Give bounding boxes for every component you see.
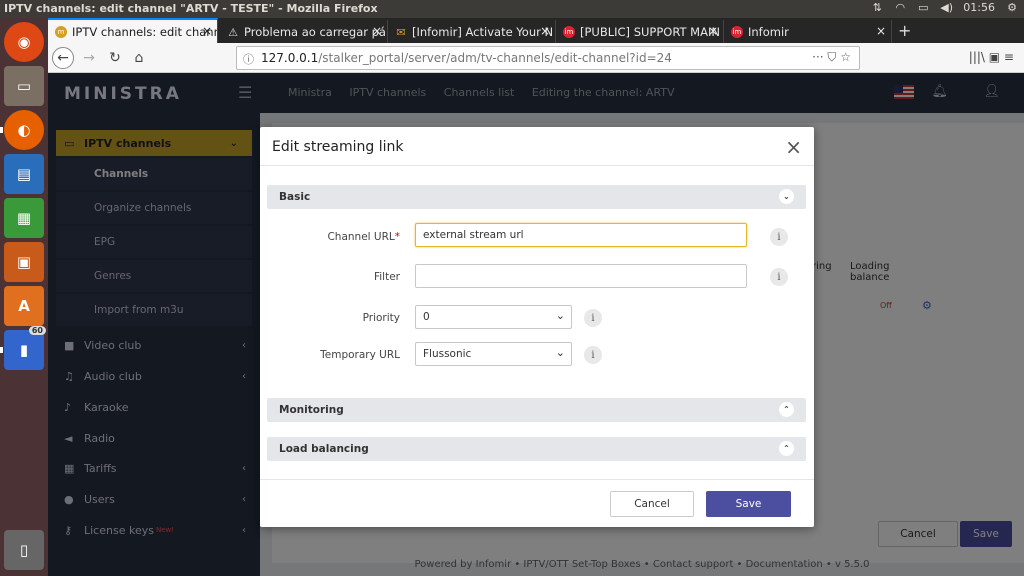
running-indicator (0, 347, 3, 353)
tab-label: Infomir (748, 24, 789, 39)
tab-public-support[interactable]: im [PUBLIC] SUPPORT MAIN × (556, 20, 724, 43)
battery-icon[interactable]: ▭ (917, 1, 929, 14)
info-icon[interactable]: i (584, 309, 602, 327)
info-icon[interactable]: i (770, 228, 788, 246)
filter-input[interactable] (415, 264, 747, 288)
section-basic[interactable]: Basic ⌄ (267, 185, 806, 209)
section-label: Basic (279, 191, 311, 203)
close-icon[interactable]: × (785, 135, 802, 159)
impress-icon[interactable]: ▣ (4, 242, 44, 282)
writer-icon[interactable]: ▤ (4, 154, 44, 194)
os-top-bar: IPTV channels: edit channel "ARTV - TEST… (0, 0, 1024, 18)
infomir-favicon-icon: im (563, 26, 575, 38)
divider (260, 165, 814, 166)
home-icon[interactable]: ⌂ (128, 47, 150, 69)
section-monitoring[interactable]: Monitoring ⌃ (267, 398, 806, 422)
tab-infomir[interactable]: im Infomir × (724, 20, 892, 43)
software-updater-icon[interactable]: ▮ 60 (4, 326, 46, 370)
divider (260, 479, 814, 480)
chevron-down-icon: ⌄ (555, 309, 565, 322)
infomir-favicon-icon: im (731, 26, 743, 38)
browser-nav-bar: ← → ↻ ⌂ ⓘ 127.0.0.1/stalker_portal/serve… (48, 43, 1024, 73)
reload-icon[interactable]: ↻ (104, 47, 126, 69)
section-load-balancing[interactable]: Load balancing ⌃ (267, 437, 806, 461)
tab-iptv-channels[interactable]: m IPTV channels: edit chann × (48, 18, 218, 43)
back-icon[interactable]: ← (52, 47, 74, 69)
network-icon[interactable]: ⇅ (871, 1, 883, 14)
chevron-up-icon[interactable]: ⌃ (779, 441, 794, 456)
chevron-down-icon: ⌄ (555, 346, 565, 359)
clock[interactable]: 01:56 (963, 1, 995, 14)
forward-icon[interactable]: → (78, 47, 100, 69)
trash-icon[interactable]: ▯ (4, 530, 44, 570)
channel-url-label: Channel URL* (327, 231, 400, 243)
dialog-title: Edit streaming link (272, 139, 404, 155)
tab-label: Problema ao carregar pá (244, 24, 386, 39)
chevron-up-icon[interactable]: ⌃ (779, 402, 794, 417)
volume-icon[interactable]: ◀) (940, 1, 953, 14)
tab-problema[interactable]: ⚠ Problema ao carregar pá × (220, 20, 388, 43)
channel-url-input[interactable]: external stream url (415, 223, 747, 247)
tab-close-icon[interactable]: × (372, 24, 382, 38)
info-icon[interactable]: i (770, 268, 788, 286)
tab-close-icon[interactable]: × (202, 24, 212, 38)
files-icon[interactable]: ▭ (4, 66, 44, 106)
update-count-badge: 60 (28, 326, 46, 335)
tab-label: IPTV channels: edit chann (72, 24, 218, 39)
tab-infomir-activate[interactable]: ✉ [Infomir] Activate Your N × (388, 20, 556, 43)
launcher-panel: ◉ ▭ ◐ ▤ ▦ ▣ A ▮ 60 ▯ (0, 18, 48, 576)
priority-select[interactable]: 0 ⌄ (415, 305, 572, 329)
cancel-button[interactable]: Cancel (610, 491, 694, 517)
section-label: Monitoring (279, 404, 344, 416)
mail-icon: ✉ (396, 25, 406, 39)
tab-label: [PUBLIC] SUPPORT MAIN (580, 24, 720, 39)
system-tray: ⇅ ◠ ▭ ◀) 01:56 ⚙ (871, 1, 1018, 14)
tab-favicon-icon: m (55, 26, 67, 38)
running-indicator (0, 127, 3, 133)
temporary-url-label: Temporary URL (320, 349, 400, 361)
warning-icon: ⚠ (228, 25, 238, 39)
section-label: Load balancing (279, 443, 369, 455)
priority-value: 0 (423, 311, 430, 323)
browser-tab-bar: m IPTV channels: edit chann × ⚠ Problema… (48, 18, 1024, 43)
tab-close-icon[interactable]: × (540, 24, 550, 38)
tab-label: [Infomir] Activate Your N (412, 24, 554, 39)
window-title: IPTV channels: edit channel "ARTV - TEST… (4, 2, 378, 15)
new-tab-icon[interactable]: + (898, 21, 911, 40)
tab-close-icon[interactable]: × (708, 24, 718, 38)
ubuntu-logo-icon[interactable]: ◉ (4, 22, 44, 62)
wifi-icon[interactable]: ◠ (894, 1, 906, 14)
url-actions-icon[interactable]: ··· ⛉ ☆ (812, 50, 851, 65)
url-host: 127.0.0.1 (261, 51, 319, 65)
priority-label: Priority (362, 312, 400, 324)
filter-label: Filter (373, 271, 400, 283)
temporary-url-select[interactable]: Flussonic ⌄ (415, 342, 572, 366)
site-info-icon[interactable]: ⓘ (243, 51, 254, 67)
chevron-down-icon[interactable]: ⌄ (779, 189, 794, 204)
info-icon[interactable]: i (584, 346, 602, 364)
firefox-icon[interactable]: ◐ (4, 110, 44, 150)
software-center-icon[interactable]: A (4, 286, 44, 326)
url-path: /stalker_portal/server/adm/tv-channels/e… (318, 51, 672, 65)
edit-streaming-link-dialog: Edit streaming link × Basic ⌄ Channel UR… (260, 127, 814, 527)
toolbar-menu-icon[interactable]: |||\ ▣ ≡ (969, 50, 1014, 64)
calc-icon[interactable]: ▦ (4, 198, 44, 238)
url-bar[interactable]: ⓘ 127.0.0.1/stalker_portal/server/adm/tv… (236, 46, 860, 70)
tab-close-icon[interactable]: × (876, 24, 886, 38)
save-button[interactable]: Save (706, 491, 791, 517)
temporary-url-value: Flussonic (423, 348, 472, 360)
power-icon[interactable]: ⚙ (1006, 1, 1018, 14)
